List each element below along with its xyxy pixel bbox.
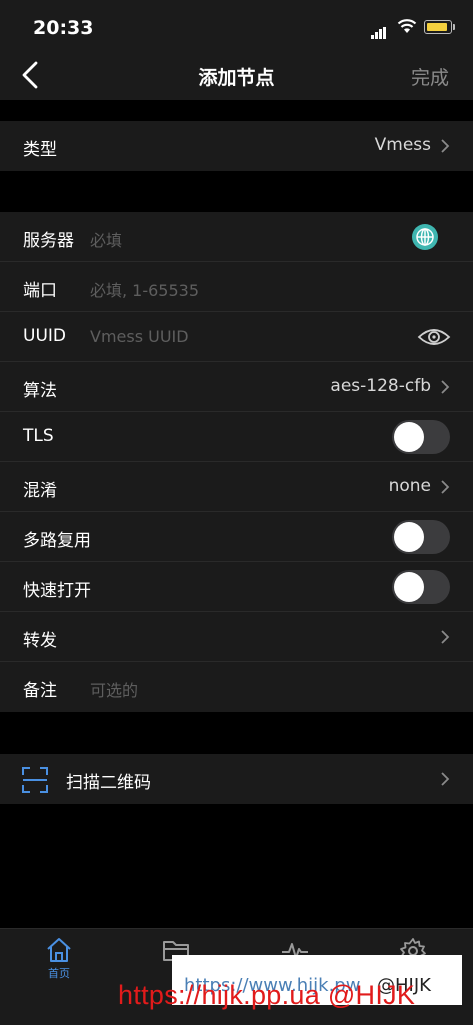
scan-qr-label: 扫描二维码 (66, 773, 151, 793)
type-label: 类型 (23, 140, 57, 160)
server-label: 服务器 (23, 231, 74, 251)
scan-section: 扫描二维码 (0, 754, 473, 804)
obfs-label: 混淆 (23, 481, 57, 501)
chevron-right-icon (441, 630, 450, 644)
status-time: 20:33 (33, 17, 94, 39)
battery-icon (424, 20, 455, 34)
fast-open-row: 快速打开 (0, 562, 473, 612)
mux-row: 多路复用 (0, 512, 473, 562)
tab-home[interactable]: 首页 (0, 937, 118, 981)
type-value: Vmess (374, 135, 431, 155)
navigation-bar: 添加节点 完成 (0, 50, 473, 100)
algorithm-value: aes-128-cfb (330, 376, 431, 396)
home-icon (47, 938, 71, 962)
server-input[interactable]: 必填 (90, 227, 122, 251)
chevron-right-icon (441, 139, 450, 153)
fast-open-label: 快速打开 (23, 581, 91, 601)
chevron-right-icon (441, 380, 450, 394)
uuid-input[interactable]: Vmess UUID (90, 327, 189, 346)
remark-input[interactable]: 可选的 (90, 677, 138, 701)
mux-toggle[interactable] (392, 520, 450, 554)
chevron-right-icon (441, 480, 450, 494)
port-input[interactable]: 必填, 1-65535 (90, 277, 199, 301)
obfs-row[interactable]: 混淆 none (0, 462, 473, 512)
server-row: 服务器 必填 (0, 212, 473, 262)
obfs-value: none (388, 476, 431, 496)
forward-label: 转发 (23, 631, 57, 651)
tls-toggle[interactable] (392, 420, 450, 454)
eye-icon[interactable] (417, 326, 451, 348)
forward-row[interactable]: 转发 (0, 612, 473, 662)
status-bar: 20:33 (0, 0, 473, 50)
port-row: 端口 必填, 1-65535 (0, 262, 473, 312)
uuid-row: UUID Vmess UUID (0, 312, 473, 362)
watermark-red: https://hijk.pp.ua @HIJK (118, 980, 416, 1010)
algorithm-label: 算法 (23, 381, 57, 401)
scan-qr-row[interactable]: 扫描二维码 (0, 754, 473, 804)
tls-label: TLS (23, 426, 54, 446)
server-settings-section: 服务器 必填 端口 必填, 1-65535 UUID Vmess UUID 算法… (0, 212, 473, 712)
wifi-icon (397, 19, 417, 33)
remark-label: 备注 (23, 681, 57, 701)
remark-row: 备注 可选的 (0, 662, 473, 712)
done-button[interactable]: 完成 (411, 63, 449, 90)
cellular-signal-icon (371, 20, 387, 39)
mux-label: 多路复用 (23, 531, 91, 551)
globe-icon[interactable] (412, 224, 438, 250)
type-row[interactable]: 类型 Vmess (0, 121, 473, 171)
qr-scan-icon (22, 767, 48, 793)
tab-home-label: 首页 (48, 967, 70, 980)
page-title: 添加节点 (198, 67, 275, 89)
fast-open-toggle[interactable] (392, 570, 450, 604)
chevron-right-icon (441, 772, 450, 786)
tls-row: TLS (0, 412, 473, 462)
uuid-label: UUID (23, 326, 66, 346)
algorithm-row[interactable]: 算法 aes-128-cfb (0, 362, 473, 412)
type-section: 类型 Vmess (0, 121, 473, 171)
port-label: 端口 (23, 281, 57, 301)
